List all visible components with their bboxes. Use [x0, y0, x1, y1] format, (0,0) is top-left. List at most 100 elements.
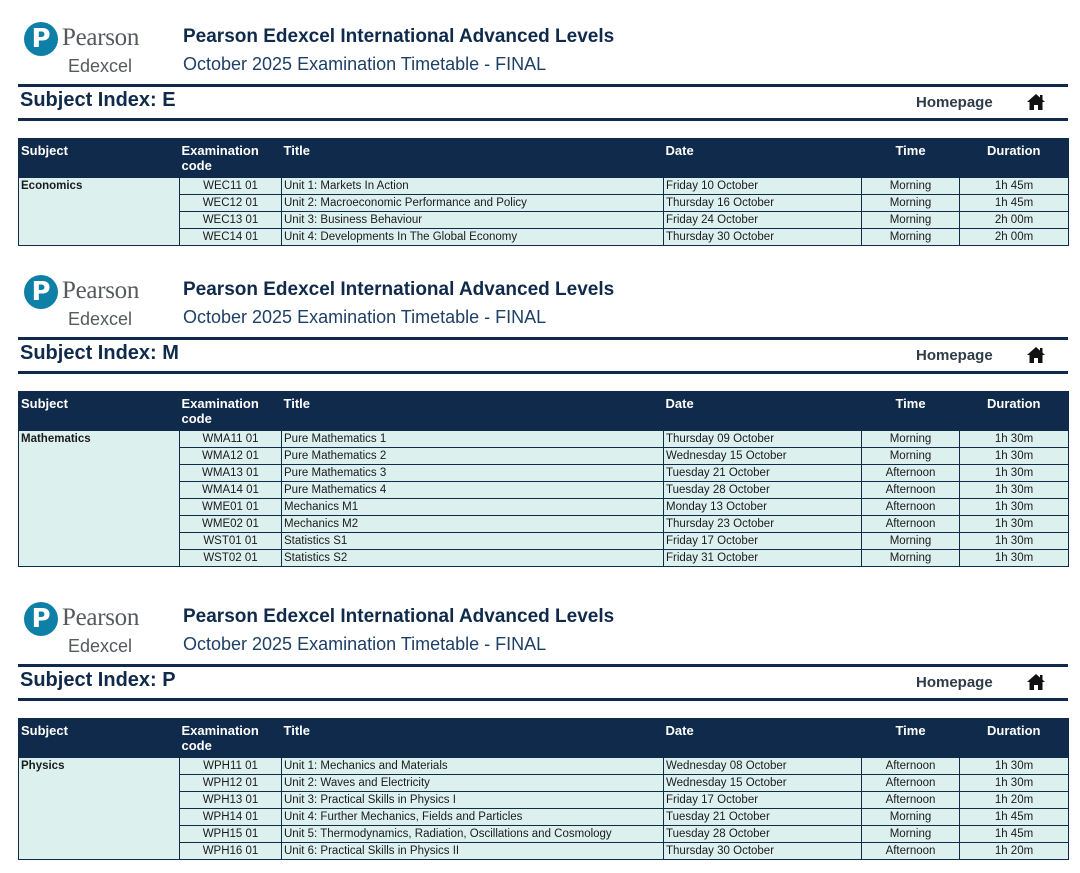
date-cell: Monday 13 October	[663, 498, 862, 516]
pearson-p-icon: P	[24, 602, 58, 636]
exam-code-cell: WPH16 01	[179, 842, 282, 860]
exam-code-cell: WST01 01	[179, 532, 282, 550]
duration-cell: 1h 30m	[959, 515, 1069, 533]
date-cell: Thursday 23 October	[663, 515, 862, 533]
col-subject: Subject	[18, 391, 180, 431]
duration-cell: 1h 30m	[959, 532, 1069, 550]
col-exam-code: Examination code	[179, 138, 282, 178]
col-subject: Subject	[18, 718, 180, 758]
exam-code-cell: WPH15 01	[179, 825, 282, 843]
date-cell: Friday 17 October	[663, 532, 862, 550]
col-title: Title	[281, 391, 664, 431]
exam-code-cell: WMA11 01	[179, 430, 282, 448]
col-date: Date	[663, 718, 862, 758]
time-cell: Afternoon	[861, 791, 960, 809]
title-cell: Unit 1: Mechanics and Materials	[281, 757, 664, 775]
duration-cell: 1h 30m	[959, 774, 1069, 792]
home-icon[interactable]	[1026, 345, 1046, 365]
duration-cell: 1h 45m	[959, 825, 1069, 843]
time-cell: Morning	[861, 532, 960, 550]
header-subtitle: October 2025 Examination Timetable - FIN…	[183, 307, 547, 327]
exam-code-cell: WMA12 01	[179, 447, 282, 465]
col-time: Time	[861, 138, 960, 178]
exam-code-cell: WPH14 01	[179, 808, 282, 826]
date-cell: Thursday 30 October	[663, 842, 862, 860]
pearson-logo: P Pearson Edexcel	[24, 22, 154, 82]
time-cell: Afternoon	[861, 842, 960, 860]
table-row: Economics WEC11 01 Unit 1: Markets In Acti…	[18, 177, 1069, 246]
duration-cell: 1h 20m	[959, 842, 1069, 860]
table-row: Physics WPH11 01 Unit 1: Mechanics and Mat…	[18, 757, 1069, 860]
time-cell: Morning	[861, 430, 960, 448]
title-cell: Unit 4: Developments In The Global Econo…	[281, 228, 664, 246]
col-time: Time	[861, 718, 960, 758]
col-duration: Duration	[959, 718, 1069, 758]
title-cell: Statistics S1	[281, 532, 664, 550]
exam-code-cell: WEC13 01	[179, 211, 282, 229]
logo-subtitle: Edexcel	[68, 56, 133, 76]
date-cell: Thursday 16 October	[663, 194, 862, 212]
col-exam-code: Examination code	[179, 718, 282, 758]
subject-index-title: Subject Index: M	[20, 342, 179, 364]
time-cell: Afternoon	[861, 774, 960, 792]
pearson-logo: P Pearson Edexcel	[24, 275, 154, 335]
subject-index-bar: Subject Index: P Homepage	[18, 664, 1068, 701]
duration-cell: 2h 00m	[959, 211, 1069, 229]
time-cell: Afternoon	[861, 757, 960, 775]
duration-cell: 1h 30m	[959, 549, 1069, 567]
logo-wordmark: Pearson	[62, 604, 140, 631]
title-cell: Pure Mathematics 2	[281, 447, 664, 465]
title-cell: Unit 2: Macroeconomic Performance and Po…	[281, 194, 664, 212]
logo-wordmark: Pearson	[62, 24, 140, 51]
header-subtitle: October 2025 Examination Timetable - FIN…	[183, 634, 547, 654]
exam-code-cell: WPH12 01	[179, 774, 282, 792]
subject-index-bar: Subject Index: E Homepage	[18, 84, 1068, 121]
pearson-p-icon: P	[24, 275, 58, 309]
exam-code-cell: WMA13 01	[179, 464, 282, 482]
duration-cell: 1h 45m	[959, 194, 1069, 212]
title-cell: Statistics S2	[281, 549, 664, 567]
title-cell: Pure Mathematics 1	[281, 430, 664, 448]
homepage-link[interactable]: Homepage	[916, 347, 993, 364]
exam-code-cell: WPH11 01	[179, 757, 282, 775]
col-title: Title	[281, 718, 664, 758]
date-cell: Wednesday 15 October	[663, 774, 862, 792]
timetable-table: Subject Examination code Title Date Time …	[18, 391, 1069, 567]
header-title: Pearson Edexcel International Advanced L…	[183, 279, 615, 300]
title-cell: Unit 4: Further Mechanics, Fields and Pa…	[281, 808, 664, 826]
header-title: Pearson Edexcel International Advanced L…	[183, 606, 615, 627]
date-cell: Thursday 30 October	[663, 228, 862, 246]
duration-cell: 1h 45m	[959, 808, 1069, 826]
homepage-link[interactable]: Homepage	[916, 94, 993, 111]
duration-cell: 1h 30m	[959, 498, 1069, 516]
time-cell: Afternoon	[861, 498, 960, 516]
subject-index-title: Subject Index: P	[20, 669, 176, 691]
time-cell: Morning	[861, 447, 960, 465]
date-cell: Thursday 09 October	[663, 430, 862, 448]
time-cell: Morning	[861, 211, 960, 229]
col-duration: Duration	[959, 138, 1069, 178]
table-header-row: Subject Examination code Title Date Time …	[18, 138, 1069, 178]
col-date: Date	[663, 138, 862, 178]
exam-code-cell: WST02 01	[179, 549, 282, 567]
timetable-table: Subject Examination code Title Date Time …	[18, 718, 1069, 860]
table-header-row: Subject Examination code Title Date Time …	[18, 391, 1069, 431]
timetable-table: Subject Examination code Title Date Time …	[18, 138, 1069, 246]
col-time: Time	[861, 391, 960, 431]
duration-cell: 1h 30m	[959, 430, 1069, 448]
home-icon[interactable]	[1026, 92, 1046, 112]
time-cell: Afternoon	[861, 481, 960, 499]
logo-wordmark: Pearson	[62, 277, 140, 304]
title-cell: Mechanics M1	[281, 498, 664, 516]
col-date: Date	[663, 391, 862, 431]
exam-code-cell: WEC12 01	[179, 194, 282, 212]
logo-subtitle: Edexcel	[68, 309, 133, 329]
homepage-link[interactable]: Homepage	[916, 674, 993, 691]
exam-code-cell: WEC11 01	[179, 177, 282, 195]
home-icon[interactable]	[1026, 672, 1046, 692]
date-cell: Tuesday 28 October	[663, 481, 862, 499]
date-cell: Friday 10 October	[663, 177, 862, 195]
logo-subtitle: Edexcel	[68, 636, 133, 656]
time-cell: Afternoon	[861, 515, 960, 533]
duration-cell: 1h 30m	[959, 464, 1069, 482]
